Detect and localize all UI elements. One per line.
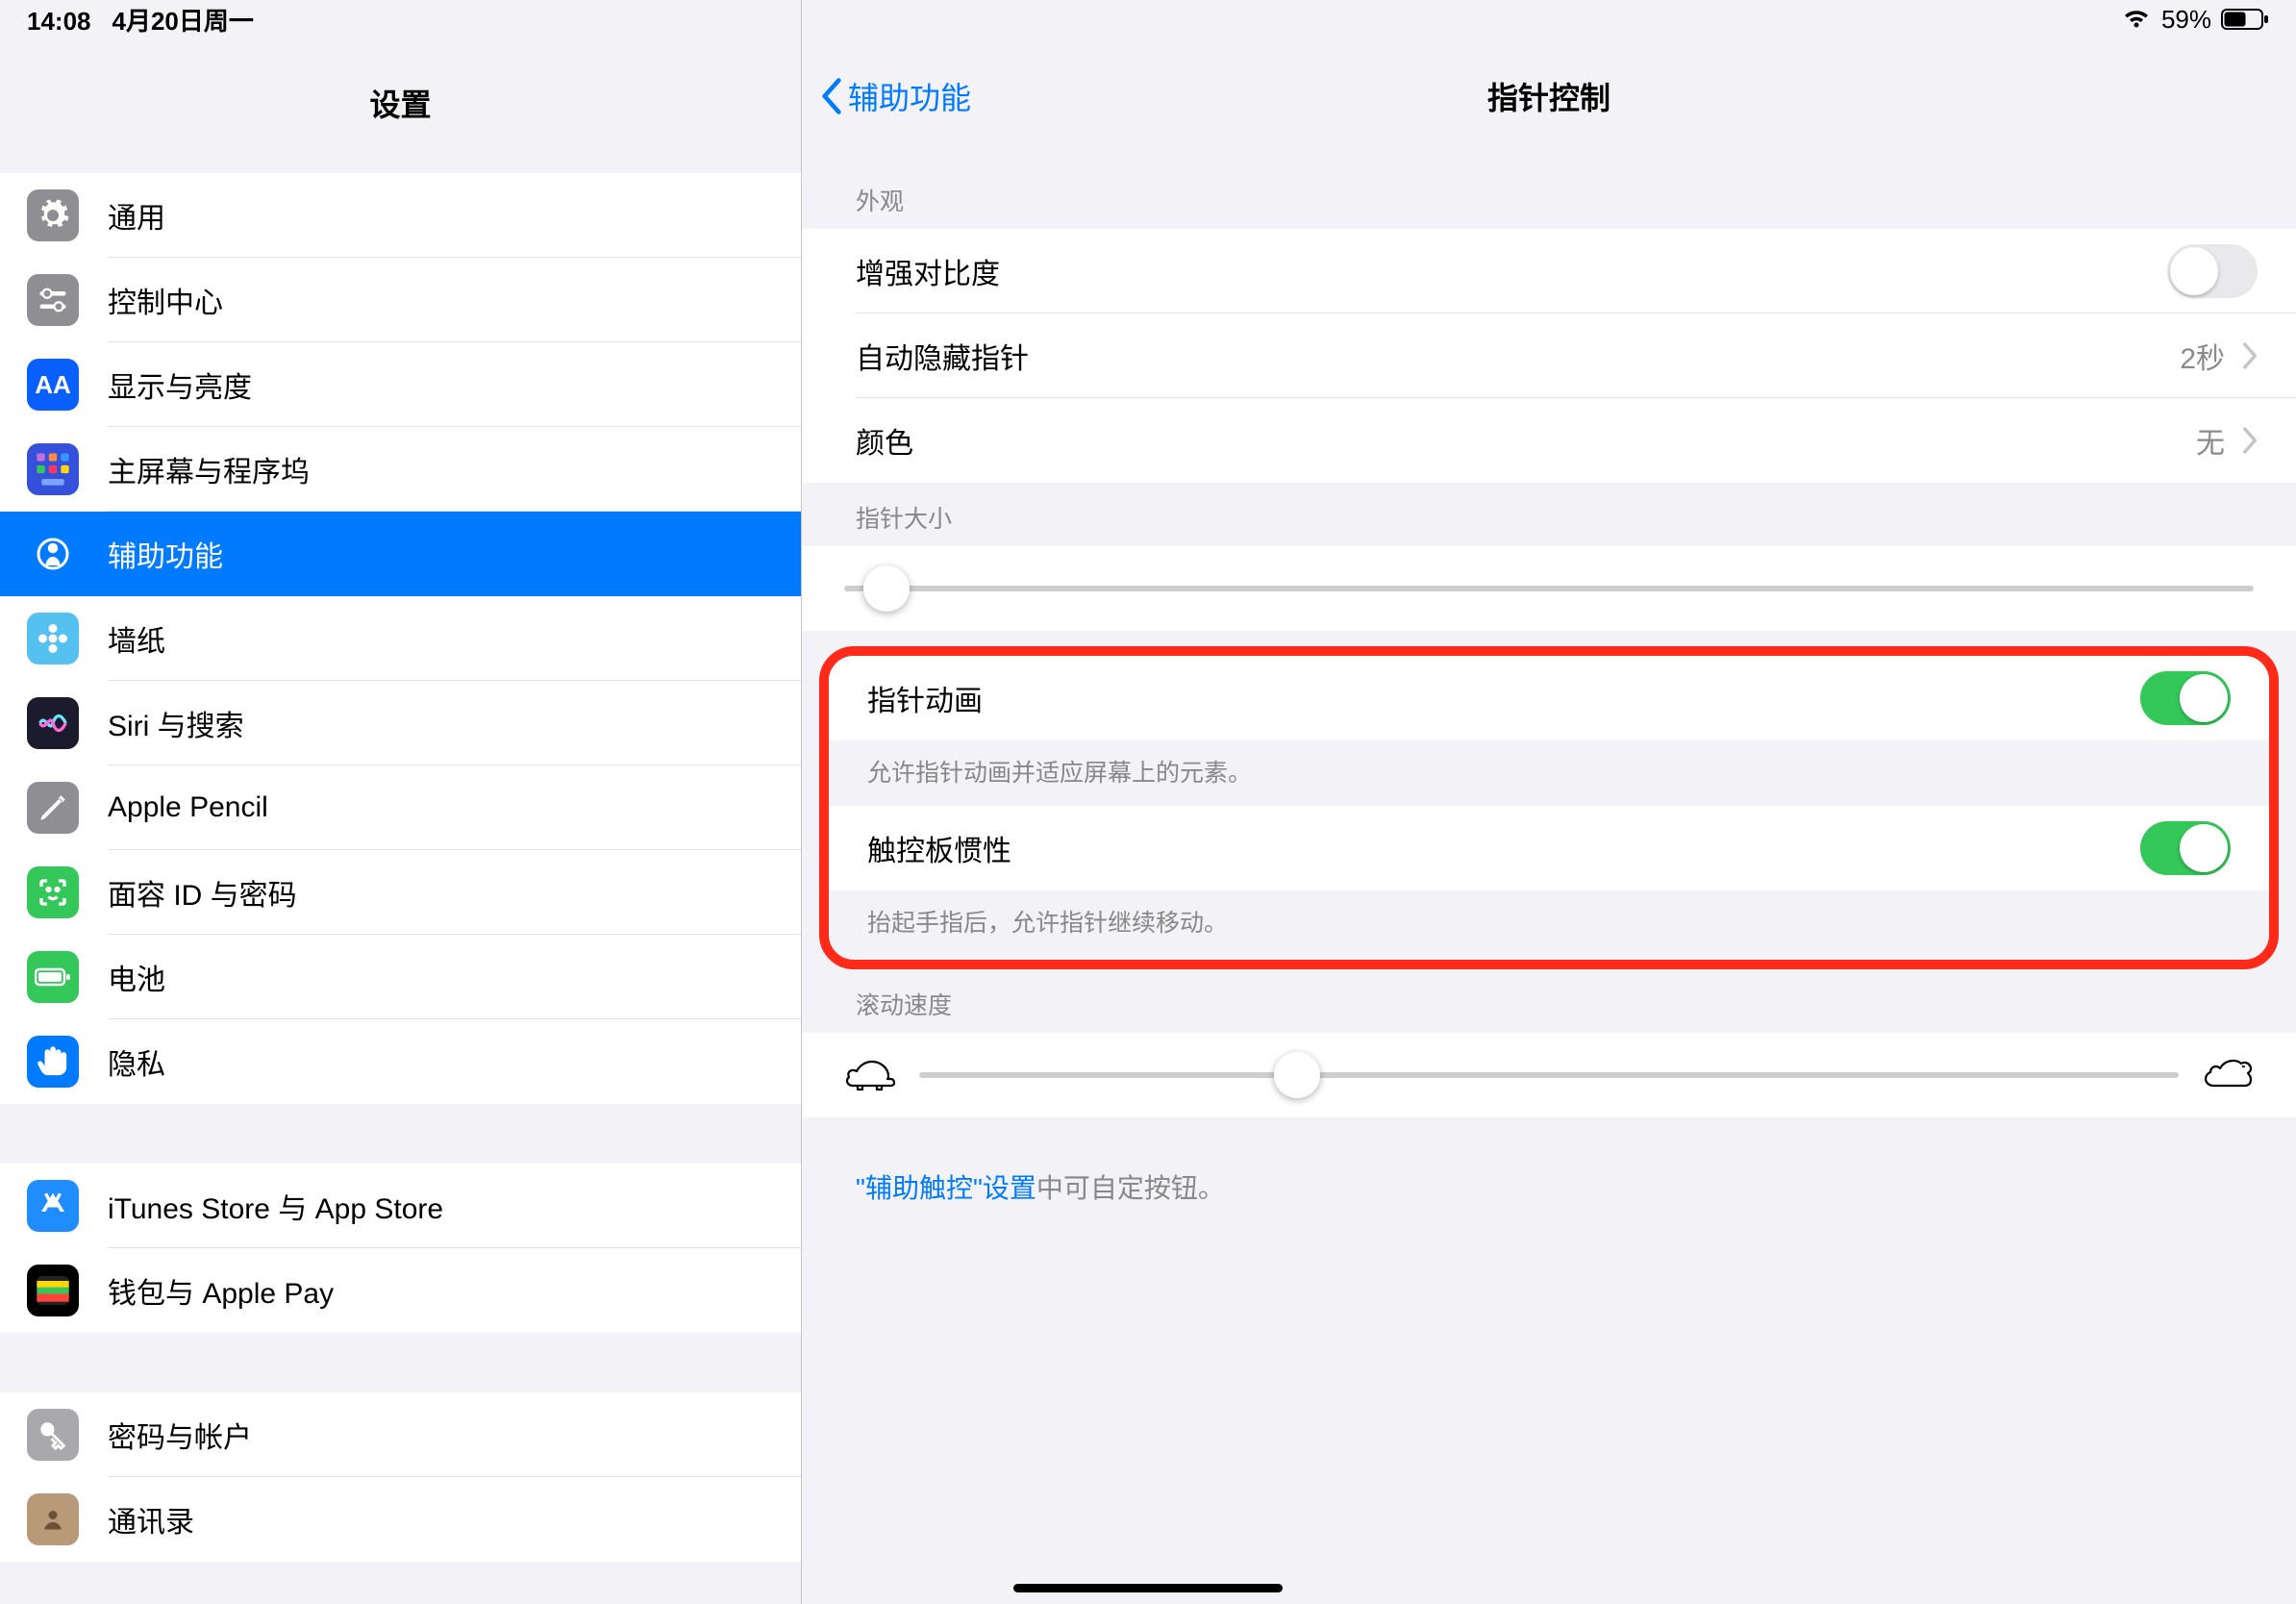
sidebar-item-label: Apple Pencil xyxy=(108,791,268,824)
sidebar-item-contacts[interactable]: 通讯录 xyxy=(0,1477,801,1562)
appearance-group: 增强对比度 自动隐藏指针 2秒 颜色 无 xyxy=(802,229,2296,483)
sidebar-item-display[interactable]: AA 显示与亮度 xyxy=(0,342,801,427)
sidebar-item-control[interactable]: 控制中心 xyxy=(0,258,801,342)
sidebar-item-itunes[interactable]: iTunes Store 与 App Store xyxy=(0,1164,801,1248)
sidebar-item-accessibility[interactable]: 辅助功能 xyxy=(0,512,801,596)
highlighted-section: 指针动画 允许指针动画并适应屏幕上的元素。 触控板惯性 抬起手指后，允许指针继续… xyxy=(819,646,2279,969)
sidebar-item-battery[interactable]: 电池 xyxy=(0,935,801,1019)
footer-rest: 中可自定按钮。 xyxy=(1036,1167,1225,1206)
sidebar-item-label: 隐私 xyxy=(108,1040,165,1083)
pointer-size-slider[interactable] xyxy=(844,586,2254,591)
sidebar-item-label: 辅助功能 xyxy=(108,533,223,575)
rabbit-icon xyxy=(2202,1057,2254,1093)
assistive-touch-link[interactable]: "辅助触控"设置 xyxy=(856,1167,1036,1206)
section-header-appearance: 外观 xyxy=(802,165,2296,229)
flower-icon xyxy=(27,613,79,664)
toggle-pointer-animation[interactable] xyxy=(2140,671,2231,725)
sidebar-item-label: 通用 xyxy=(108,194,165,237)
detail-header: 辅助功能 指针控制 xyxy=(802,54,2296,138)
gear-icon xyxy=(27,189,79,241)
row-value: 2秒 xyxy=(2180,335,2225,377)
status-time: 14:08 xyxy=(27,7,91,37)
row-contrast[interactable]: 增强对比度 xyxy=(802,229,2296,313)
sidebar-item-label: 墙纸 xyxy=(108,617,165,660)
sidebar: 设置 通用控制中心 AA 显示与亮度主屏幕与程序坞辅助功能墙纸 Siri 与搜索 App… xyxy=(0,0,802,1604)
slider-thumb[interactable] xyxy=(1274,1052,1320,1098)
slider-thumb[interactable] xyxy=(863,565,910,612)
siri-icon xyxy=(27,697,79,749)
status-bar: 14:08 4月20日周一 59% xyxy=(0,0,2296,38)
key-icon xyxy=(27,1409,79,1461)
sidebar-item-wallpaper[interactable]: 墙纸 xyxy=(0,596,801,681)
sidebar-item-label: Siri 与搜索 xyxy=(108,702,244,744)
slider-size-row xyxy=(802,546,2296,631)
sidebar-item-label: 电池 xyxy=(108,956,165,998)
row-pointer-animation[interactable]: 指针动画 xyxy=(829,656,2269,740)
home-indicator[interactable] xyxy=(1013,1584,1283,1592)
sidebar-item-privacy[interactable]: 隐私 xyxy=(0,1019,801,1104)
battery-icon xyxy=(2221,8,2269,31)
pencil-icon xyxy=(27,782,79,834)
appstore-icon xyxy=(27,1180,79,1232)
back-label: 辅助功能 xyxy=(848,74,971,118)
toggle-trackpad-inertia[interactable] xyxy=(2140,821,2231,875)
status-battery-pct: 59% xyxy=(2161,5,2211,35)
footer-inertia: 抬起手指后，允许指针继续移动。 xyxy=(829,890,2269,960)
sidebar-item-label: 通讯录 xyxy=(108,1498,194,1541)
sidebar-item-siri[interactable]: Siri 与搜索 xyxy=(0,681,801,765)
row-label: 增强对比度 xyxy=(856,250,1000,292)
row-trackpad-inertia[interactable]: 触控板惯性 xyxy=(829,806,2269,890)
scroll-speed-slider[interactable] xyxy=(919,1072,2179,1078)
page-title: 指针控制 xyxy=(1487,74,1610,118)
row-autohide[interactable]: 自动隐藏指针 2秒 xyxy=(802,313,2296,398)
row-color[interactable]: 颜色 无 xyxy=(802,398,2296,483)
section-header-speed: 滚动速度 xyxy=(802,979,2296,1033)
wallet-icon xyxy=(27,1265,79,1316)
section-header-size: 指针大小 xyxy=(802,483,2296,546)
aa-icon: AA xyxy=(27,359,79,411)
sidebar-item-label: 控制中心 xyxy=(108,279,223,321)
tortoise-icon xyxy=(844,1057,896,1093)
toggle-contrast[interactable] xyxy=(2167,244,2258,298)
sidebar-item-faceid[interactable]: 面容 ID 与密码 xyxy=(0,850,801,935)
wifi-icon xyxy=(2121,8,2152,31)
sidebar-item-general[interactable]: 通用 xyxy=(0,173,801,258)
sidebar-title: 设置 xyxy=(0,54,801,152)
sidebar-item-label: 面容 ID 与密码 xyxy=(108,871,297,914)
status-date: 4月20日周一 xyxy=(112,2,254,38)
footer-assistive-touch: "辅助触控"设置 中可自定按钮。 xyxy=(802,1117,2296,1256)
person-icon xyxy=(27,528,79,580)
sidebar-item-wallet[interactable]: 钱包与 Apple Pay xyxy=(0,1248,801,1333)
sidebar-item-home[interactable]: 主屏幕与程序坞 xyxy=(0,427,801,512)
sidebar-item-label: 主屏幕与程序坞 xyxy=(108,448,310,490)
face-icon xyxy=(27,866,79,918)
sidebar-item-label: 显示与亮度 xyxy=(108,363,252,406)
sidebar-item-passwords[interactable]: 密码与帐户 xyxy=(0,1392,801,1477)
chevron-right-icon xyxy=(2242,342,2258,369)
contacts-icon xyxy=(27,1493,79,1545)
detail-pane: 辅助功能 指针控制 外观 增强对比度 自动隐藏指针 2秒 颜色 无 xyxy=(802,0,2296,1604)
row-label: 触控板惯性 xyxy=(867,827,1011,869)
row-label: 自动隐藏指针 xyxy=(856,335,1029,377)
sliders-icon xyxy=(27,274,79,326)
back-button[interactable]: 辅助功能 xyxy=(821,74,971,118)
row-label: 颜色 xyxy=(856,419,913,462)
row-label: 指针动画 xyxy=(867,677,983,719)
grid-icon xyxy=(27,443,79,495)
footer-animation: 允许指针动画并适应屏幕上的元素。 xyxy=(829,740,2269,806)
sidebar-item-label: iTunes Store 与 App Store xyxy=(108,1185,443,1227)
battery-icon xyxy=(27,951,79,1003)
sidebar-item-label: 钱包与 Apple Pay xyxy=(108,1269,334,1312)
sidebar-item-label: 密码与帐户 xyxy=(108,1414,252,1456)
row-value: 无 xyxy=(2196,419,2225,462)
hand-icon xyxy=(27,1036,79,1088)
chevron-right-icon xyxy=(2242,427,2258,454)
sidebar-item-pencil[interactable]: Apple Pencil xyxy=(0,765,801,850)
slider-speed-row xyxy=(802,1033,2296,1117)
